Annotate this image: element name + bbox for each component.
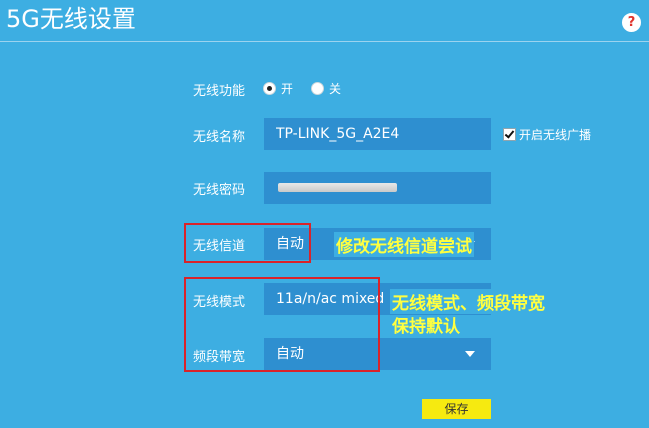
ssid-field [264, 118, 491, 150]
radio-on[interactable] [263, 82, 276, 95]
radio-off-label: 关 [329, 82, 342, 96]
wireless-function-radio-group: 开 关 [263, 80, 359, 97]
broadcast-checkbox[interactable] [503, 128, 516, 141]
page-title: 5G无线设置 [6, 5, 136, 33]
mode-bandwidth-highlight-box [184, 277, 380, 372]
ssid-input[interactable] [276, 119, 476, 149]
save-button[interactable]: 保存 [422, 399, 491, 419]
channel-highlight-box [184, 223, 311, 263]
ssid-label: 无线名称 [193, 130, 246, 145]
channel-annotation: 修改无线信道尝试 [334, 232, 474, 257]
header-divider [0, 41, 649, 42]
mode-annotation-line1: 无线模式、频段带宽 [390, 289, 547, 314]
chevron-down-icon [465, 351, 475, 357]
broadcast-label: 开启无线广播 [519, 128, 592, 142]
help-icon[interactable]: ? [622, 13, 641, 32]
radio-off[interactable] [311, 82, 325, 95]
password-field[interactable] [264, 172, 491, 204]
mode-annotation-line2: 保持默认 [392, 317, 460, 337]
broadcast-option: 开启无线广播 [503, 126, 591, 143]
radio-on-label: 开 [281, 82, 294, 96]
wireless-function-label: 无线功能 [193, 84, 246, 99]
password-label: 无线密码 [193, 183, 246, 198]
password-redacted [278, 183, 397, 192]
